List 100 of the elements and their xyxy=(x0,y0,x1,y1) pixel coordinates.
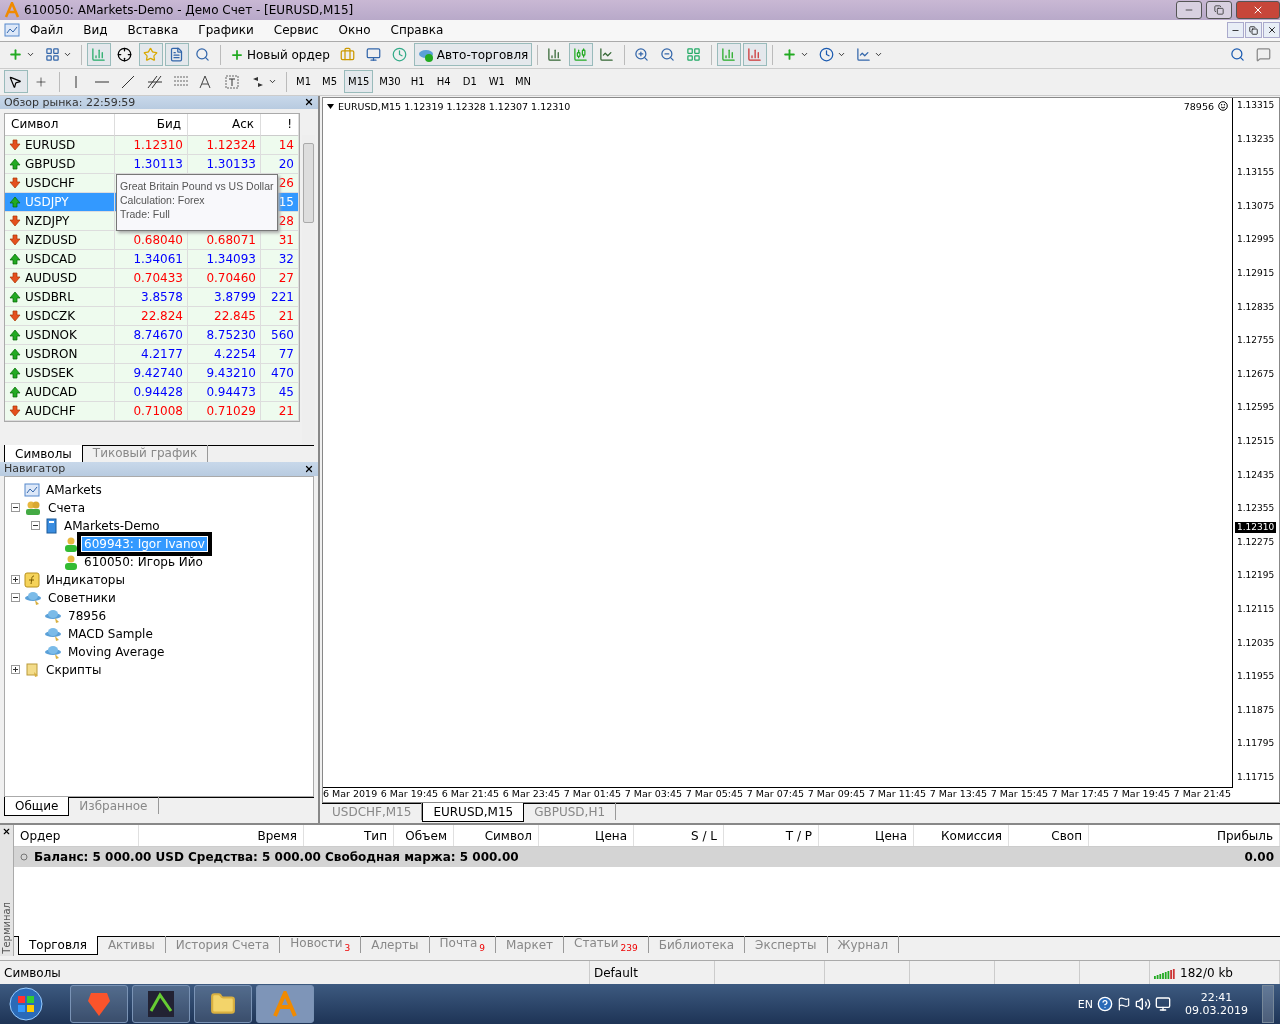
caret-icon[interactable] xyxy=(327,103,334,109)
column-header[interactable]: Тип xyxy=(304,825,394,847)
column-header[interactable]: Символ xyxy=(5,113,115,136)
timeframe-button[interactable]: MN xyxy=(510,70,536,94)
symbol-cell[interactable]: NZDUSD xyxy=(5,230,115,250)
expert-label: 78956 xyxy=(1183,100,1214,112)
price-label: 1.12435 xyxy=(1236,469,1276,481)
minimize-button[interactable] xyxy=(1227,22,1244,39)
help-icon[interactable] xyxy=(1097,996,1113,1012)
timeframe-button[interactable]: M30 xyxy=(375,70,405,94)
terminal-tab[interactable]: Почта $_{9}$ xyxy=(429,936,497,954)
close-button[interactable] xyxy=(1263,22,1280,39)
symbol-cell[interactable]: USDCZK xyxy=(5,306,115,326)
panel-tab[interactable]: Общие xyxy=(4,797,70,817)
column-header[interactable]: Ордер xyxy=(14,825,139,847)
tree-item[interactable]: Советники xyxy=(46,590,118,605)
timeframe-button[interactable]: M15 xyxy=(344,70,374,94)
flag-icon[interactable] xyxy=(1117,997,1131,1011)
symbol-cell[interactable]: NZDJPY xyxy=(5,211,115,231)
expand-toggle[interactable] xyxy=(11,575,20,585)
chart-tab[interactable]: EURUSD,M15 xyxy=(422,803,525,823)
expand-toggle[interactable] xyxy=(11,665,20,675)
auto-trading-button[interactable]: Авто-торговля xyxy=(413,43,533,67)
terminal-tab[interactable]: Торговля xyxy=(18,936,98,956)
minimize-button[interactable] xyxy=(1176,1,1202,19)
column-header[interactable]: Бид xyxy=(115,113,188,136)
menu-item[interactable]: Файл xyxy=(20,23,74,38)
candlestick-button[interactable] xyxy=(569,43,594,67)
column-header[interactable]: Цена xyxy=(539,825,634,847)
symbol-cell[interactable]: USDCHF xyxy=(5,173,115,193)
symbol-cell[interactable]: AUDCHF xyxy=(5,401,115,421)
expand-toggle[interactable] xyxy=(31,521,40,531)
tree-item[interactable]: 610050: Игорь Ийо xyxy=(82,554,205,569)
tree-item[interactable]: Счета xyxy=(46,500,88,515)
tree-item[interactable]: Moving Average xyxy=(66,644,167,659)
menu-item[interactable]: Вид xyxy=(73,23,118,38)
symbol-cell[interactable]: USDCAD xyxy=(5,249,115,269)
terminal-button[interactable] xyxy=(165,43,189,67)
column-header[interactable]: Прибыль xyxy=(1089,825,1280,847)
price-label: 1.12035 xyxy=(1236,637,1276,649)
menu-item[interactable]: Графики xyxy=(188,23,264,38)
restore-button[interactable] xyxy=(1206,1,1232,19)
column-header[interactable]: Своп xyxy=(1009,825,1089,847)
ask-cell: 8.75230 xyxy=(188,325,261,345)
terminal-tab[interactable]: Статьи $_{239}$ xyxy=(564,936,649,954)
symbol-cell[interactable]: USDNOK xyxy=(5,325,115,345)
timeframe-button[interactable]: M1 xyxy=(292,70,316,94)
symbol-cell[interactable]: GBPUSD xyxy=(5,154,115,174)
close-icon[interactable] xyxy=(2,827,11,837)
start-button[interactable] xyxy=(6,985,46,1023)
timeframe-button[interactable]: D1 xyxy=(458,70,483,94)
symbol-cell[interactable]: USDSEK xyxy=(5,363,115,383)
bid-cell: 0.94428 xyxy=(115,382,188,402)
tree-item[interactable]: MACD Sample xyxy=(66,626,155,641)
expand-toggle[interactable] xyxy=(11,593,20,603)
column-header[interactable]: Время xyxy=(139,825,304,847)
timeframe-button[interactable]: H4 xyxy=(432,70,457,94)
tree-item[interactable]: AMarkets xyxy=(44,482,104,497)
volume-icon[interactable] xyxy=(1135,996,1151,1012)
taskbar-app[interactable] xyxy=(194,985,252,1023)
column-header[interactable]: Объем xyxy=(394,825,454,847)
tree-item[interactable]: 78956 xyxy=(66,608,109,623)
column-header[interactable]: S / L xyxy=(634,825,724,847)
close-icon[interactable] xyxy=(304,463,314,474)
symbol-cell[interactable]: USDBRL xyxy=(5,287,115,307)
cursor-button[interactable] xyxy=(4,70,28,94)
menu-item[interactable]: Вставка xyxy=(117,23,189,38)
menu-item[interactable]: Справка xyxy=(380,23,454,38)
zoom-in-icon xyxy=(634,47,650,63)
symbol-cell[interactable]: AUDUSD xyxy=(5,268,115,288)
terminal-tab[interactable]: Новости $_{3}$ xyxy=(280,936,362,954)
column-header[interactable]: Аск xyxy=(188,113,261,136)
symbol-cell[interactable]: AUDCAD xyxy=(5,382,115,402)
hat-icon xyxy=(44,643,62,660)
expand-toggle[interactable] xyxy=(11,503,20,513)
clock[interactable]: 22:41 09.03.2019 xyxy=(1185,991,1248,1017)
symbol-cell[interactable]: EURUSD xyxy=(5,135,115,155)
symbol-cell[interactable]: USDRON xyxy=(5,344,115,364)
tree-item[interactable]: Индикаторы xyxy=(44,572,127,587)
column-header[interactable]: ! xyxy=(261,113,299,136)
column-header[interactable]: Символ xyxy=(454,825,539,847)
menu-item[interactable]: Окно xyxy=(328,23,381,38)
tree-item[interactable]: Скрипты xyxy=(44,662,104,677)
restore-button[interactable] xyxy=(1245,22,1262,39)
tree-item[interactable]: AMarkets-Demo xyxy=(62,518,162,533)
panel-tab[interactable]: Символы xyxy=(4,444,83,462)
column-header[interactable]: Цена xyxy=(819,825,914,847)
column-header[interactable]: Комиссия xyxy=(914,825,1009,847)
timeframe-button[interactable]: H1 xyxy=(406,70,431,94)
close-icon[interactable] xyxy=(304,97,314,108)
taskbar-app[interactable] xyxy=(132,985,190,1023)
autoscroll-button[interactable] xyxy=(743,43,768,67)
new-order-button[interactable]: Новый ордер xyxy=(226,43,334,67)
timeframe-button[interactable]: W1 xyxy=(484,70,509,94)
time-label: 7 Mar 15:45 xyxy=(990,788,1048,802)
menu-item[interactable]: Сервис xyxy=(263,23,329,38)
network-icon[interactable] xyxy=(1155,996,1171,1012)
column-header[interactable]: T / P xyxy=(724,825,819,847)
timeframe-button[interactable]: M5 xyxy=(318,70,342,94)
language-indicator[interactable]: EN xyxy=(1077,997,1093,1011)
